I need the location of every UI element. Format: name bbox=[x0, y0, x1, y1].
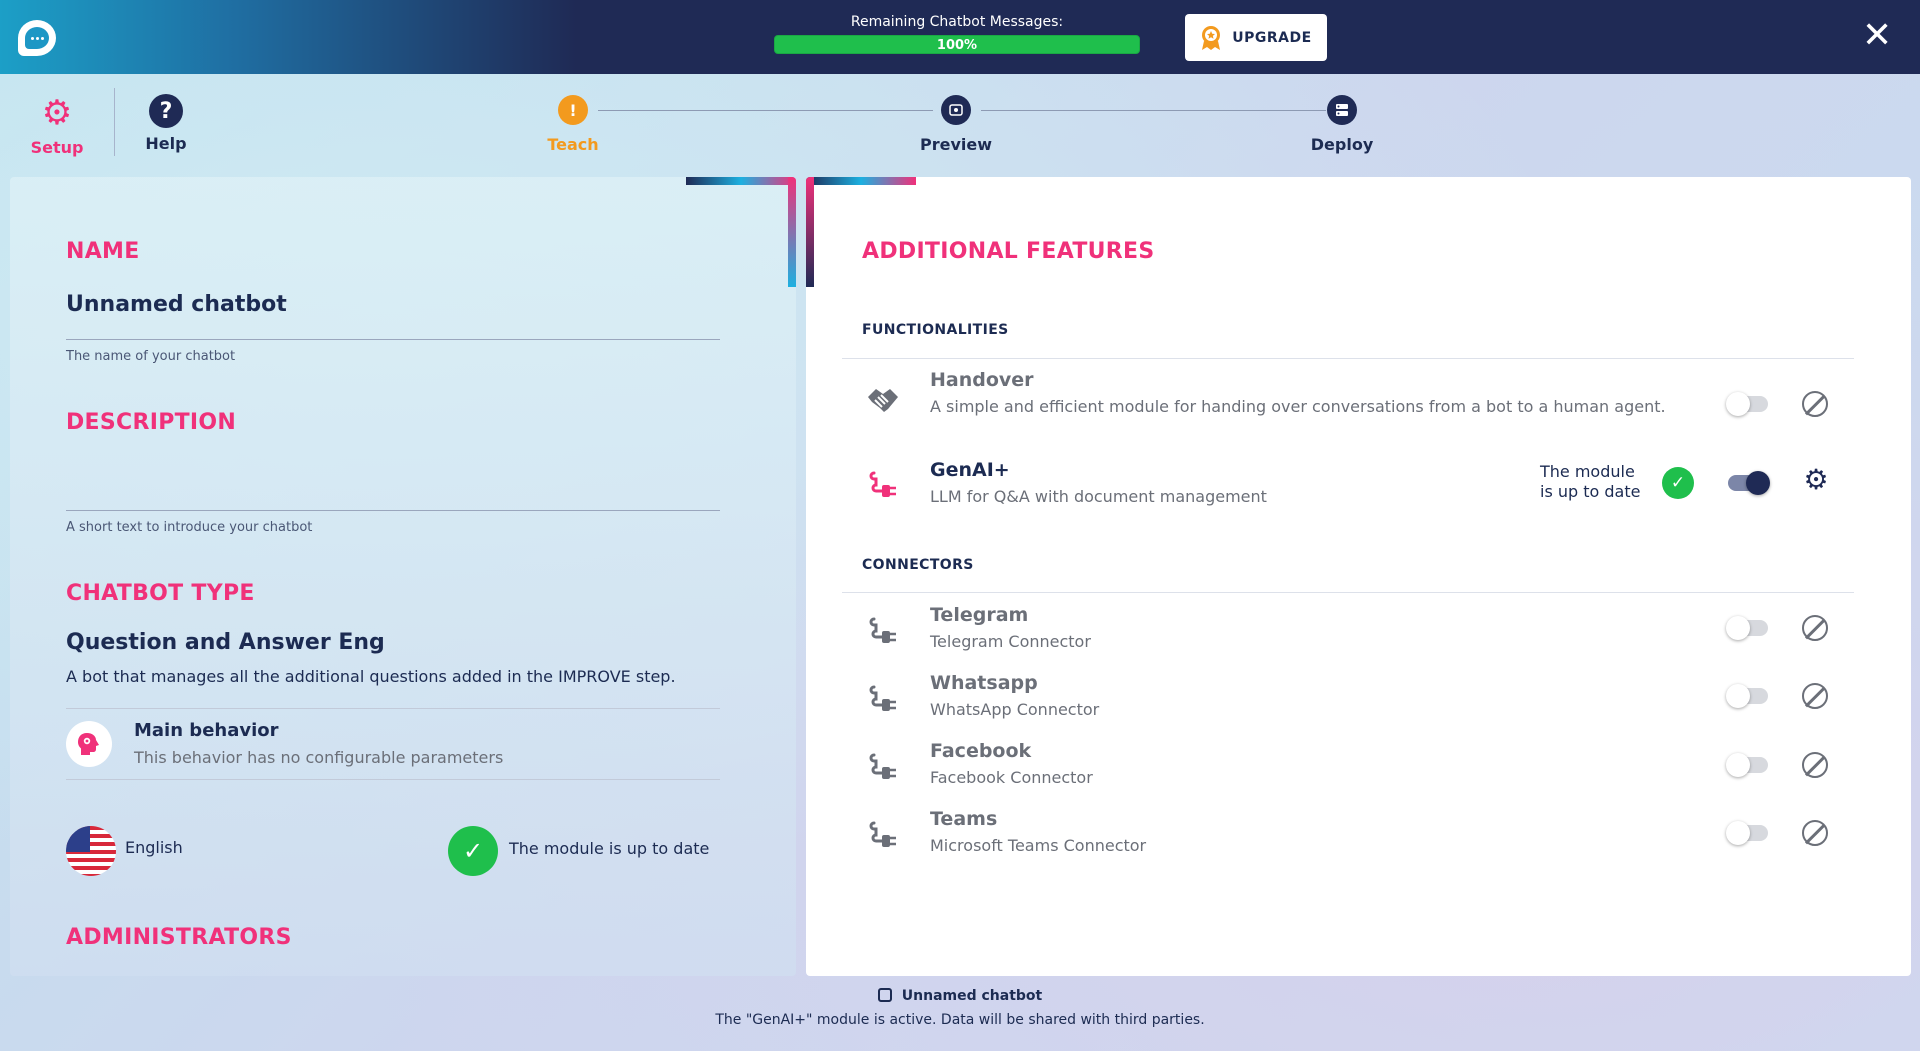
gear-icon: ⚙ bbox=[41, 93, 73, 133]
brain-head-icon bbox=[66, 721, 112, 767]
connector-facebook-desc: Facebook Connector bbox=[930, 768, 1093, 787]
nav-divider bbox=[114, 88, 115, 156]
description-section-title: DESCRIPTION bbox=[66, 410, 237, 435]
nav-setup-label: Setup bbox=[30, 138, 84, 157]
panel-accent bbox=[788, 177, 796, 287]
connectors-title: CONNECTORS bbox=[862, 557, 974, 573]
quota-value: 100% bbox=[936, 38, 978, 53]
preview-icon bbox=[941, 95, 971, 125]
step-deploy[interactable]: Deploy bbox=[1272, 95, 1412, 154]
feature-handover-toggle[interactable] bbox=[1726, 392, 1768, 416]
connector-telegram-title: Telegram bbox=[930, 604, 1029, 626]
handshake-icon bbox=[866, 383, 900, 417]
us-flag-icon bbox=[66, 826, 116, 876]
administrators-section-title: ADMINISTRATORS bbox=[66, 925, 292, 950]
connector-teams-title: Teams bbox=[930, 808, 998, 830]
quota-progress-bar: 100% bbox=[774, 35, 1140, 54]
top-bar: Remaining Chatbot Messages: 100% UPGRADE… bbox=[0, 0, 1920, 74]
section-divider bbox=[842, 592, 1854, 593]
additional-features-title: ADDITIONAL FEATURES bbox=[862, 239, 1155, 264]
footer-bot-name-text: Unnamed chatbot bbox=[901, 988, 1043, 1004]
upgrade-label: UPGRADE bbox=[1232, 29, 1312, 46]
connector-teams-toggle[interactable] bbox=[1726, 821, 1768, 845]
connector-whatsapp-desc: WhatsApp Connector bbox=[930, 700, 1100, 719]
step-preview-label: Preview bbox=[919, 135, 992, 154]
status-line: is up to date bbox=[1540, 482, 1641, 501]
name-underline bbox=[66, 339, 720, 340]
connector-telegram-desc: Telegram Connector bbox=[930, 632, 1091, 651]
disabled-icon[interactable] bbox=[1802, 391, 1828, 417]
disabled-icon[interactable] bbox=[1802, 683, 1828, 709]
plug-icon bbox=[866, 679, 900, 713]
name-input[interactable]: Unnamed chatbot bbox=[66, 292, 287, 317]
plug-icon bbox=[866, 747, 900, 781]
connector-whatsapp-title: Whatsapp bbox=[930, 672, 1038, 694]
feature-genai-title: GenAI+ bbox=[930, 459, 1010, 481]
step-teach[interactable]: ! Teach bbox=[503, 95, 643, 154]
name-hint: The name of your chatbot bbox=[66, 349, 236, 364]
gear-icon[interactable]: ⚙ bbox=[1802, 466, 1830, 494]
name-section-title: NAME bbox=[66, 239, 140, 264]
chatbot-type-section-title: CHATBOT TYPE bbox=[66, 581, 255, 606]
connector-telegram-toggle[interactable] bbox=[1726, 616, 1768, 640]
section-divider bbox=[842, 358, 1854, 359]
nav-help[interactable]: ? Help bbox=[140, 94, 192, 153]
check-circle-icon: ✓ bbox=[1662, 467, 1694, 499]
close-icon[interactable]: ✕ bbox=[1862, 18, 1892, 54]
nav-help-label: Help bbox=[145, 134, 187, 153]
feature-genai-desc: LLM for Q&A with document management bbox=[930, 487, 1267, 506]
behavior-divider bbox=[66, 779, 720, 780]
panel-accent bbox=[806, 177, 916, 185]
behavior-title: Main behavior bbox=[134, 720, 279, 741]
question-icon: ? bbox=[149, 94, 183, 128]
behavior-divider bbox=[66, 708, 720, 709]
description-input[interactable] bbox=[66, 462, 720, 502]
quota-label: Remaining Chatbot Messages: bbox=[850, 14, 1064, 30]
footer-bot-name: Unnamed chatbot bbox=[0, 988, 1920, 1004]
module-status-text: The module is up to date bbox=[509, 839, 710, 858]
disabled-icon[interactable] bbox=[1802, 752, 1828, 778]
message-quota: Remaining Chatbot Messages: 100% bbox=[774, 14, 1140, 54]
step-deploy-label: Deploy bbox=[1310, 135, 1374, 154]
disabled-icon[interactable] bbox=[1802, 615, 1828, 641]
connector-teams-desc: Microsoft Teams Connector bbox=[930, 836, 1147, 855]
warning-icon: ! bbox=[558, 95, 588, 125]
server-icon bbox=[1327, 95, 1357, 125]
panel-accent bbox=[806, 177, 814, 287]
plug-icon bbox=[866, 465, 900, 499]
step-preview[interactable]: Preview bbox=[886, 95, 1026, 154]
feature-handover-title: Handover bbox=[930, 369, 1034, 391]
connector-whatsapp-toggle[interactable] bbox=[1726, 684, 1768, 708]
status-line: The module bbox=[1540, 462, 1635, 481]
check-circle-icon: ✓ bbox=[448, 826, 498, 876]
settings-panel[interactable]: NAME Unnamed chatbot The name of your ch… bbox=[10, 177, 796, 976]
feature-genai-status: The module is up to date bbox=[1540, 462, 1640, 502]
footer-notice: The "GenAI+" module is active. Data will… bbox=[715, 1012, 1205, 1028]
upgrade-button[interactable]: UPGRADE bbox=[1185, 14, 1327, 61]
disabled-icon[interactable] bbox=[1802, 820, 1828, 846]
description-hint: A short text to introduce your chatbot bbox=[66, 520, 313, 535]
connector-facebook-title: Facebook bbox=[930, 740, 1032, 762]
chatbot-type-desc: A bot that manages all the additional qu… bbox=[66, 667, 676, 686]
feature-genai-toggle[interactable] bbox=[1728, 471, 1770, 495]
step-teach-label: Teach bbox=[547, 135, 599, 154]
language-label: English bbox=[125, 838, 183, 857]
award-icon bbox=[1202, 25, 1221, 50]
features-panel[interactable]: ADDITIONAL FEATURES FUNCTIONALITIES Hand… bbox=[806, 177, 1911, 976]
chatbot-type-value: Question and Answer Eng bbox=[66, 630, 385, 655]
plug-icon bbox=[866, 611, 900, 645]
connector-facebook-toggle[interactable] bbox=[1726, 753, 1768, 777]
panel-accent bbox=[686, 177, 796, 185]
stepper-line bbox=[598, 110, 933, 111]
app-logo bbox=[18, 20, 56, 56]
chat-bubble-icon bbox=[25, 27, 49, 49]
nav-setup[interactable]: ⚙ Setup bbox=[30, 93, 84, 157]
feature-handover-desc: A simple and efficient module for handin… bbox=[930, 397, 1666, 416]
plug-icon bbox=[866, 815, 900, 849]
description-underline bbox=[66, 510, 720, 511]
behavior-desc: This behavior has no configurable parame… bbox=[134, 748, 504, 767]
functionalities-title: FUNCTIONALITIES bbox=[862, 322, 1009, 338]
chip-icon bbox=[877, 988, 892, 1002]
